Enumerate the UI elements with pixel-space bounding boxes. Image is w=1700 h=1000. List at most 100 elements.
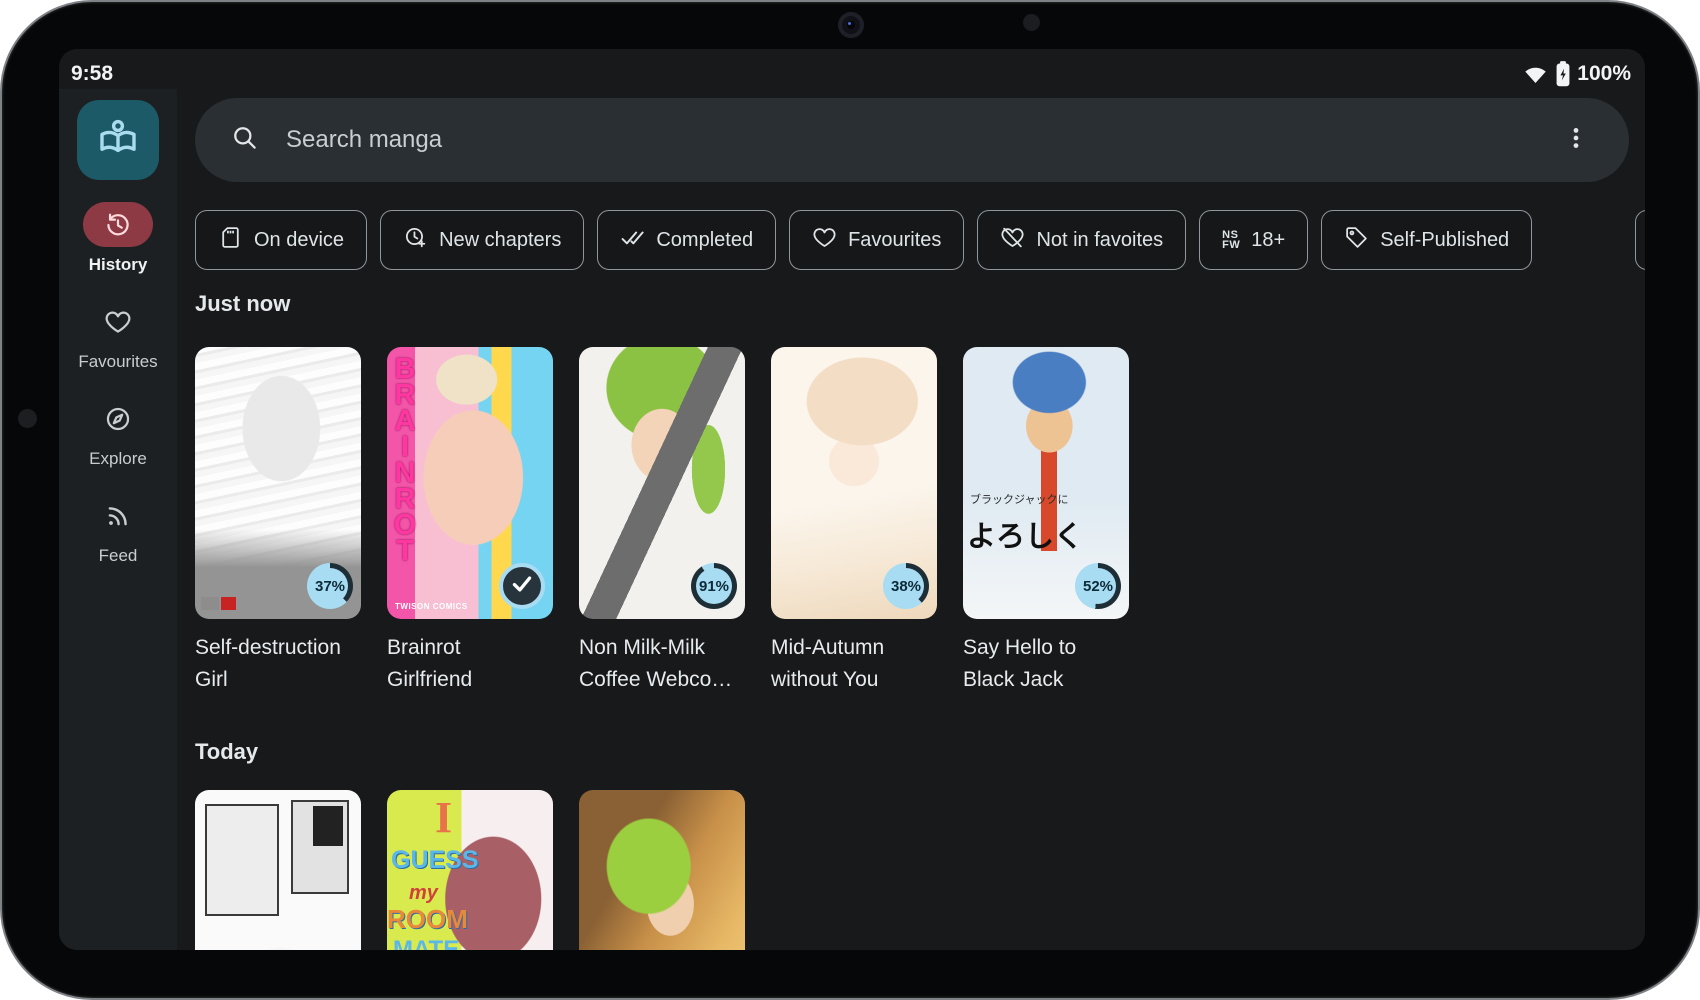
manga-title: Brainrot Girlfriend bbox=[387, 632, 553, 696]
manga-card-brainrot-girlfriend[interactable]: BRAINROT TWISON COMICS bbox=[387, 347, 553, 696]
status-icons: 100% bbox=[1522, 61, 1631, 87]
chip-label: On device bbox=[254, 229, 344, 252]
completed-badge bbox=[499, 563, 545, 609]
manga-cover: I GUESS my ROOM MATE bbox=[387, 790, 553, 950]
search-bar[interactable]: Search manga bbox=[195, 98, 1629, 182]
filter-chip-not-in-favourites[interactable]: Not in favoites bbox=[977, 210, 1186, 270]
history-row-today: I GUESS my ROOM MATE bbox=[195, 790, 1645, 950]
cover-title-text: ROOM bbox=[387, 904, 468, 935]
rss-icon bbox=[83, 493, 153, 538]
sidebar-item-label: History bbox=[89, 255, 148, 275]
search-placeholder: Search manga bbox=[286, 126, 1531, 154]
history-row-just-now: 37% Self-destruction Girl BRAINROT TWISO… bbox=[195, 347, 1645, 696]
history-icon bbox=[83, 202, 153, 247]
battery-percent: 100% bbox=[1577, 62, 1631, 86]
manga-card-today-3[interactable] bbox=[579, 790, 745, 950]
progress-badge: 91% bbox=[691, 563, 737, 609]
status-time: 9:58 bbox=[71, 62, 113, 86]
cover-jp-text-large: よろしく bbox=[967, 513, 1083, 555]
chip-label: 18+ bbox=[1251, 229, 1285, 252]
cover-title-text: GUESS bbox=[391, 846, 479, 875]
heart-icon bbox=[83, 299, 153, 344]
manga-card-mid-autumn-without-you[interactable]: 38% Mid-Autumn without You bbox=[771, 347, 937, 696]
filter-chip-self-published[interactable]: Self-Published bbox=[1321, 210, 1532, 270]
manga-title: Mid-Autumn without You bbox=[771, 632, 937, 696]
section-title-just-now: Just now bbox=[195, 289, 1645, 319]
app-screen: 9:58 100% bbox=[59, 49, 1645, 950]
chip-label: Self-Published bbox=[1380, 229, 1509, 252]
sidebar-item-feed[interactable]: Feed bbox=[83, 493, 153, 566]
comic-sketch bbox=[225, 940, 335, 950]
navigation-rail: History Favourites bbox=[59, 89, 177, 950]
app-logo-button[interactable] bbox=[77, 100, 159, 180]
side-camera bbox=[18, 409, 37, 428]
manga-card-self-destruction-girl[interactable]: 37% Self-destruction Girl bbox=[195, 347, 361, 696]
front-camera bbox=[838, 12, 864, 38]
tablet-device: 9:58 100% bbox=[0, 0, 1700, 1000]
search-icon bbox=[231, 124, 258, 156]
manga-cover: 38% bbox=[771, 347, 937, 619]
tag-icon bbox=[1344, 225, 1369, 256]
manga-title: Non Milk-Milk Coffee Webco… bbox=[579, 632, 745, 696]
cover-title-text: BRAINROT bbox=[388, 353, 421, 617]
manga-card-non-milk-milk-coffee[interactable]: 91% Non Milk-Milk Coffee Webco… bbox=[579, 347, 745, 696]
cover-jp-text-small: ブラックジャックに bbox=[970, 491, 1068, 507]
filter-chip-row: On device New chapters bbox=[195, 210, 1645, 270]
sidebar-item-explore[interactable]: Explore bbox=[83, 396, 153, 469]
sidebar-item-favourites[interactable]: Favourites bbox=[78, 299, 157, 372]
sidebar-item-label: Feed bbox=[99, 546, 138, 566]
sidebar-item-label: Favourites bbox=[78, 352, 157, 372]
progress-badge: 37% bbox=[307, 563, 353, 609]
nsfw-icon: NSFW bbox=[1222, 230, 1240, 250]
sd-card-icon bbox=[218, 225, 243, 256]
manga-cover: ブラックジャックに よろしく 52% bbox=[963, 347, 1129, 619]
manga-card-today-2[interactable]: I GUESS my ROOM MATE bbox=[387, 790, 553, 950]
heart-icon bbox=[812, 225, 837, 256]
manga-cover: 37% bbox=[195, 347, 361, 619]
chip-label: Not in favoites bbox=[1036, 229, 1163, 252]
progress-badge: 38% bbox=[883, 563, 929, 609]
completed-check-icon bbox=[509, 571, 535, 601]
manga-card-say-hello-to-black-jack[interactable]: ブラックジャックに よろしく 52% Say Hello to Black Ja… bbox=[963, 347, 1129, 696]
filter-chip-completed[interactable]: Completed bbox=[597, 210, 776, 270]
cover-title-text: my bbox=[409, 882, 438, 905]
comic-panel bbox=[205, 804, 279, 916]
progress-badge: 52% bbox=[1075, 563, 1121, 609]
manga-title: Self-destruction Girl bbox=[195, 632, 361, 696]
cover-logo-mark bbox=[221, 597, 236, 610]
sidebar-item-label: Explore bbox=[89, 449, 147, 469]
book-reader-icon bbox=[94, 114, 142, 167]
filter-chip-favourites[interactable]: Favourites bbox=[789, 210, 964, 270]
light-sensor bbox=[1023, 14, 1040, 31]
filter-chip-18plus[interactable]: NSFW 18+ bbox=[1199, 210, 1308, 270]
cover-title-text: I bbox=[435, 792, 452, 843]
filter-chip-on-device[interactable]: On device bbox=[195, 210, 367, 270]
filter-chip-clipped[interactable]: C bbox=[1635, 210, 1645, 270]
clock-plus-icon bbox=[403, 225, 428, 256]
manga-cover bbox=[195, 790, 361, 950]
compass-icon bbox=[83, 396, 153, 441]
battery-charging-icon bbox=[1556, 61, 1570, 87]
chip-label: Favourites bbox=[848, 229, 941, 252]
screen-body: History Favourites bbox=[59, 89, 1645, 950]
main-content: Search manga bbox=[177, 89, 1645, 950]
comic-panel bbox=[313, 806, 343, 846]
manga-cover bbox=[579, 790, 745, 950]
wifi-icon bbox=[1522, 62, 1549, 86]
section-title-today: Today bbox=[195, 737, 1645, 767]
filter-chip-new-chapters[interactable]: New chapters bbox=[380, 210, 584, 270]
double-check-icon bbox=[620, 225, 645, 256]
sidebar-item-history[interactable]: History bbox=[83, 202, 153, 275]
heart-off-icon bbox=[1000, 225, 1025, 256]
manga-card-today-1[interactable] bbox=[195, 790, 361, 950]
chip-label: Completed bbox=[656, 229, 753, 252]
cover-title-text: MATE bbox=[393, 936, 459, 950]
manga-title: Say Hello to Black Jack bbox=[963, 632, 1129, 696]
manga-cover: BRAINROT TWISON COMICS bbox=[387, 347, 553, 619]
manga-cover: 91% bbox=[579, 347, 745, 619]
status-bar: 9:58 100% bbox=[59, 49, 1645, 89]
cover-publisher-text: TWISON COMICS bbox=[395, 602, 468, 611]
cover-publisher-mark bbox=[201, 597, 219, 610]
chip-label: New chapters bbox=[439, 229, 561, 252]
overflow-menu-button[interactable] bbox=[1559, 121, 1593, 160]
